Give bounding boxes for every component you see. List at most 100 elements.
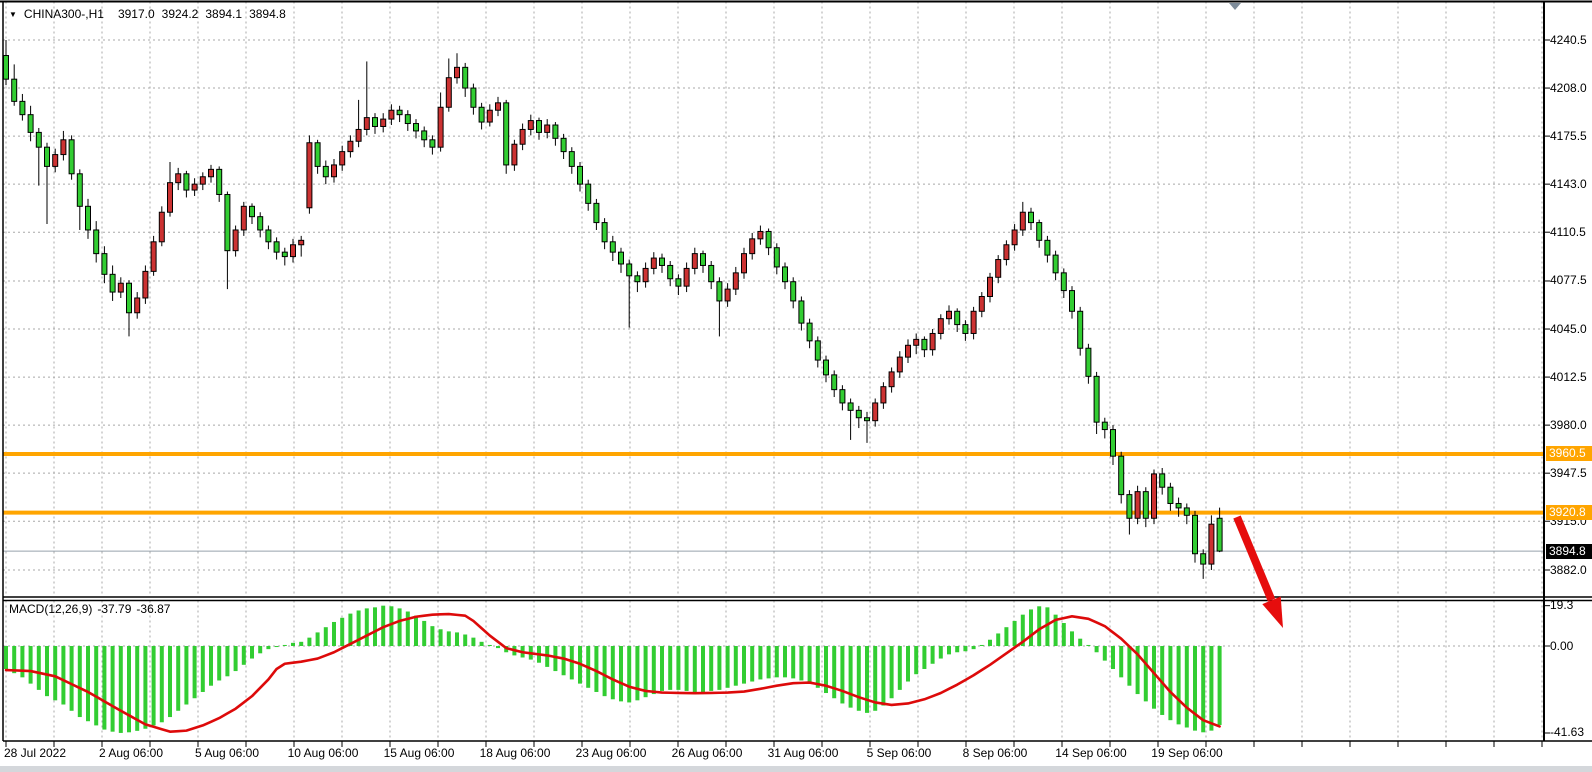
chart-background bbox=[0, 0, 1592, 772]
candle bbox=[520, 129, 525, 144]
macd-bar bbox=[209, 646, 213, 686]
macd-bar bbox=[160, 646, 164, 722]
candle bbox=[537, 121, 542, 133]
macd-bar bbox=[242, 646, 246, 665]
candle bbox=[725, 289, 730, 301]
macd-bar bbox=[111, 646, 115, 732]
candle bbox=[135, 298, 140, 313]
candle bbox=[832, 375, 837, 390]
candle bbox=[873, 403, 878, 421]
candle bbox=[561, 138, 566, 151]
candle bbox=[1053, 255, 1058, 273]
candle bbox=[200, 177, 205, 184]
candle bbox=[660, 258, 665, 265]
chart-header: ▼CHINA300-,H13917.03924.23894.13894.8 bbox=[9, 7, 293, 21]
chart-canvas[interactable] bbox=[0, 0, 1592, 772]
macd-bar bbox=[201, 646, 205, 692]
macd-bar bbox=[775, 646, 779, 677]
candle bbox=[209, 169, 214, 176]
candle bbox=[274, 242, 279, 252]
macd-bar bbox=[1103, 646, 1107, 661]
candle bbox=[1135, 492, 1140, 519]
macd-bar bbox=[603, 646, 607, 696]
macd-bar bbox=[389, 606, 393, 646]
candle bbox=[947, 311, 952, 318]
candle bbox=[676, 279, 681, 286]
candle bbox=[496, 103, 501, 110]
time-axis-label: 14 Sep 06:00 bbox=[1055, 746, 1126, 760]
macd-bar bbox=[488, 645, 492, 646]
ohlc-high: 3924.2 bbox=[162, 7, 199, 21]
macd-bar bbox=[78, 646, 82, 717]
macd-bar bbox=[1029, 609, 1033, 646]
candle bbox=[127, 283, 132, 313]
macd-bar bbox=[914, 646, 918, 674]
candle bbox=[578, 166, 583, 184]
macd-bar bbox=[947, 646, 951, 654]
candle bbox=[1184, 508, 1189, 515]
macd-bar bbox=[316, 632, 320, 646]
symbol-dropdown-icon[interactable]: ▼ bbox=[9, 10, 17, 19]
candle bbox=[996, 260, 1001, 278]
macd-bar bbox=[1218, 646, 1222, 725]
time-axis-label: 28 Jul 2022 bbox=[4, 746, 66, 760]
candle bbox=[315, 143, 320, 167]
macd-bar bbox=[373, 607, 377, 646]
candle bbox=[865, 418, 870, 421]
candle bbox=[766, 231, 771, 247]
price-axis-hline-badge: 3960.5 bbox=[1546, 446, 1592, 461]
price-axis-label: 4012.5 bbox=[1550, 370, 1587, 385]
macd-bar bbox=[1119, 646, 1123, 677]
candle bbox=[955, 311, 960, 324]
macd-bar bbox=[422, 621, 426, 646]
macd-bar bbox=[898, 646, 902, 690]
candle bbox=[323, 166, 328, 176]
macd-bar bbox=[1144, 646, 1148, 701]
candle bbox=[487, 110, 492, 122]
candle bbox=[717, 282, 722, 301]
time-axis-label: 23 Aug 06:00 bbox=[576, 746, 647, 760]
macd-bar bbox=[996, 633, 1000, 646]
candle bbox=[701, 254, 706, 266]
candle bbox=[463, 67, 468, 88]
candle bbox=[979, 297, 984, 312]
candle bbox=[504, 103, 509, 165]
candle bbox=[291, 245, 296, 257]
candle bbox=[553, 125, 558, 138]
candle bbox=[709, 265, 714, 281]
chart-window: ▼CHINA300-,H13917.03924.23894.13894.8 MA… bbox=[0, 0, 1592, 772]
candle bbox=[545, 125, 550, 132]
candle bbox=[1020, 212, 1025, 230]
macd-bar bbox=[447, 631, 451, 646]
macd-bar bbox=[406, 612, 410, 646]
price-axis-label: 4045.0 bbox=[1550, 322, 1587, 337]
macd-bar bbox=[1095, 646, 1099, 652]
macd-bar bbox=[701, 646, 705, 692]
macd-bar bbox=[635, 646, 639, 700]
candle bbox=[635, 276, 640, 282]
macd-bar bbox=[184, 646, 188, 705]
candle bbox=[168, 183, 173, 213]
candle bbox=[848, 403, 853, 410]
macd-bar bbox=[86, 646, 90, 721]
time-axis-label: 31 Aug 06:00 bbox=[768, 746, 839, 760]
candle bbox=[258, 217, 263, 230]
candle bbox=[405, 115, 410, 124]
macd-bar bbox=[693, 646, 697, 692]
candle bbox=[602, 223, 607, 242]
candle bbox=[651, 258, 656, 268]
macd-bar bbox=[53, 646, 57, 700]
candle bbox=[1037, 223, 1042, 241]
ohlc-close: 3894.8 bbox=[249, 7, 286, 21]
symbol-title: CHINA300-,H1 bbox=[24, 7, 104, 21]
candle bbox=[192, 184, 197, 190]
candle bbox=[422, 131, 427, 140]
macd-bar bbox=[471, 638, 475, 646]
candle bbox=[1127, 495, 1132, 519]
candle bbox=[184, 174, 189, 190]
macd-bar bbox=[627, 646, 631, 702]
candle bbox=[307, 143, 312, 208]
macd-bar bbox=[972, 646, 976, 649]
macd-bar bbox=[1037, 606, 1041, 646]
candle bbox=[643, 268, 648, 281]
